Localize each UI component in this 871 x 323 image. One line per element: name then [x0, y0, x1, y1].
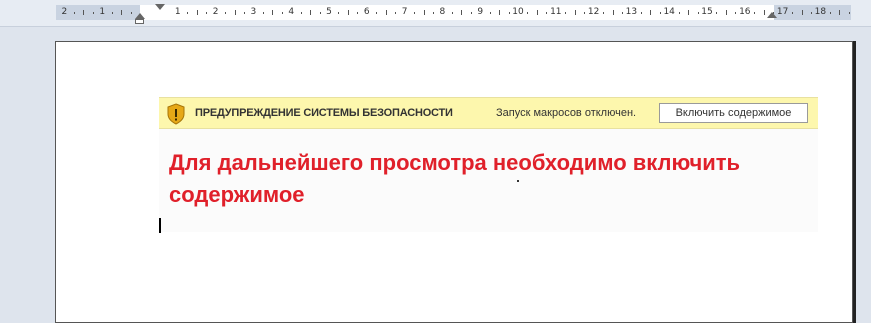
ruler-dot	[423, 10, 425, 15]
ruler-dot	[272, 10, 274, 15]
first-line-indent-marker[interactable]	[155, 4, 165, 10]
ruler-dot	[612, 10, 614, 15]
security-warning-title: ПРЕДУПРЕЖДЕНИЕ СИСТЕМЫ БЕЗОПАСНОСТИ	[195, 107, 453, 119]
ruler-dot	[225, 12, 227, 14]
ruler-dot	[319, 12, 321, 14]
text-cursor	[159, 218, 161, 233]
ruler-label: 11	[550, 7, 562, 17]
ruler-dot	[678, 12, 680, 14]
ruler-dot	[697, 12, 699, 14]
ruler-dot	[603, 12, 605, 14]
ruler-dot	[725, 10, 727, 15]
ruler-dot	[73, 12, 75, 14]
ruler-dot	[499, 10, 501, 15]
ruler-label: 12	[587, 7, 600, 17]
ruler-dot	[243, 12, 245, 14]
ruler-dot	[385, 10, 387, 15]
ruler-dot	[130, 12, 132, 14]
ruler-dot	[584, 12, 586, 14]
ruler-dot	[357, 12, 359, 14]
ruler-left-margin	[56, 5, 140, 20]
ruler-label: 17	[776, 7, 789, 17]
ruler-dot	[310, 10, 312, 15]
ruler-dot	[121, 10, 123, 15]
ruler-dot	[187, 12, 189, 14]
ruler-dot	[810, 12, 812, 14]
ruler-dot	[395, 12, 397, 14]
ruler-label: 9	[477, 7, 484, 17]
ruler-dot	[829, 12, 831, 14]
left-indent-marker[interactable]	[135, 19, 144, 24]
macros-disabled-message: Запуск макросов отключен.	[496, 107, 637, 119]
ruler-dot	[111, 12, 113, 14]
ruler-dot	[650, 10, 652, 15]
ruler-dot	[92, 12, 94, 14]
ruler-dot	[300, 12, 302, 14]
ruler-label: 13	[625, 7, 638, 17]
ruler-label: 2	[212, 7, 219, 17]
ruler-label: 5	[326, 7, 332, 17]
ruler-label: 4	[288, 7, 295, 17]
ruler-label: 1	[99, 7, 106, 17]
horizontal-ruler[interactable]: 2 1 1 2 3 4 5 6 7 8 9 10 11 12 13 14 15 16 17 18	[0, 0, 871, 27]
ruler-dot	[347, 10, 349, 15]
ruler-dot	[839, 10, 841, 15]
ruler-dot	[206, 12, 208, 14]
ruler-label: 15	[701, 7, 713, 17]
ruler-dot	[508, 12, 510, 14]
ruler-dot	[376, 12, 378, 14]
ruler-dot	[461, 10, 463, 15]
ruler-label: 2	[61, 7, 68, 17]
ruler-dot	[546, 12, 548, 14]
ruler-dot	[196, 10, 198, 15]
ruler-dot	[688, 10, 690, 15]
ruler-dot	[735, 12, 737, 14]
ruler-label: 18	[814, 7, 827, 17]
ruler-label: 14	[663, 7, 675, 17]
ruler-dot	[451, 12, 453, 14]
ruler-label: 7	[401, 7, 408, 17]
ruler-dot	[470, 12, 472, 14]
ruler-dot	[754, 12, 756, 14]
ruler-dot	[640, 12, 642, 14]
ruler-dot	[234, 10, 236, 15]
ruler-dot	[659, 12, 661, 14]
ruler-dot	[763, 10, 765, 15]
ruler-dot	[432, 12, 434, 14]
ruler-dot	[848, 12, 850, 14]
ruler-dot	[574, 10, 576, 15]
ruler-label: 10	[512, 7, 524, 17]
ruler-label: 8	[439, 7, 446, 17]
text-speck	[517, 180, 519, 182]
ruler-label: 6	[363, 7, 370, 17]
ruler-dot	[565, 12, 567, 14]
enable-content-button[interactable]: Включить содержимое	[659, 103, 808, 123]
ruler-dot	[83, 10, 85, 15]
right-indent-marker[interactable]	[767, 12, 777, 18]
ruler-dot	[489, 12, 491, 14]
ruler-dot	[281, 12, 283, 14]
ruler-dot	[621, 12, 623, 14]
ruler-label: 16	[739, 7, 751, 17]
security-warning-bar: ПРЕДУПРЕЖДЕНИЕ СИСТЕМЫ БЕЗОПАСНОСТИ Запу…	[159, 97, 818, 129]
embedded-banner-image: ПРЕДУПРЕЖДЕНИЕ СИСТЕМЫ БЕЗОПАСНОСТИ Запу…	[159, 97, 818, 232]
ruler-dot	[527, 12, 529, 14]
ruler-dot	[792, 12, 794, 14]
ruler-label: 1	[174, 7, 181, 17]
ruler-dot	[414, 12, 416, 14]
ruler-dot	[716, 12, 718, 14]
enable-content-instruction: Для дальнейшего просмотра необходимо вкл…	[169, 150, 741, 207]
ruler-dot	[262, 12, 264, 14]
shield-warning-icon	[167, 103, 185, 125]
ruler-dot	[338, 12, 340, 14]
ruler-dot	[536, 10, 538, 15]
ruler-label: 3	[250, 7, 257, 17]
ruler-dot	[801, 10, 803, 15]
